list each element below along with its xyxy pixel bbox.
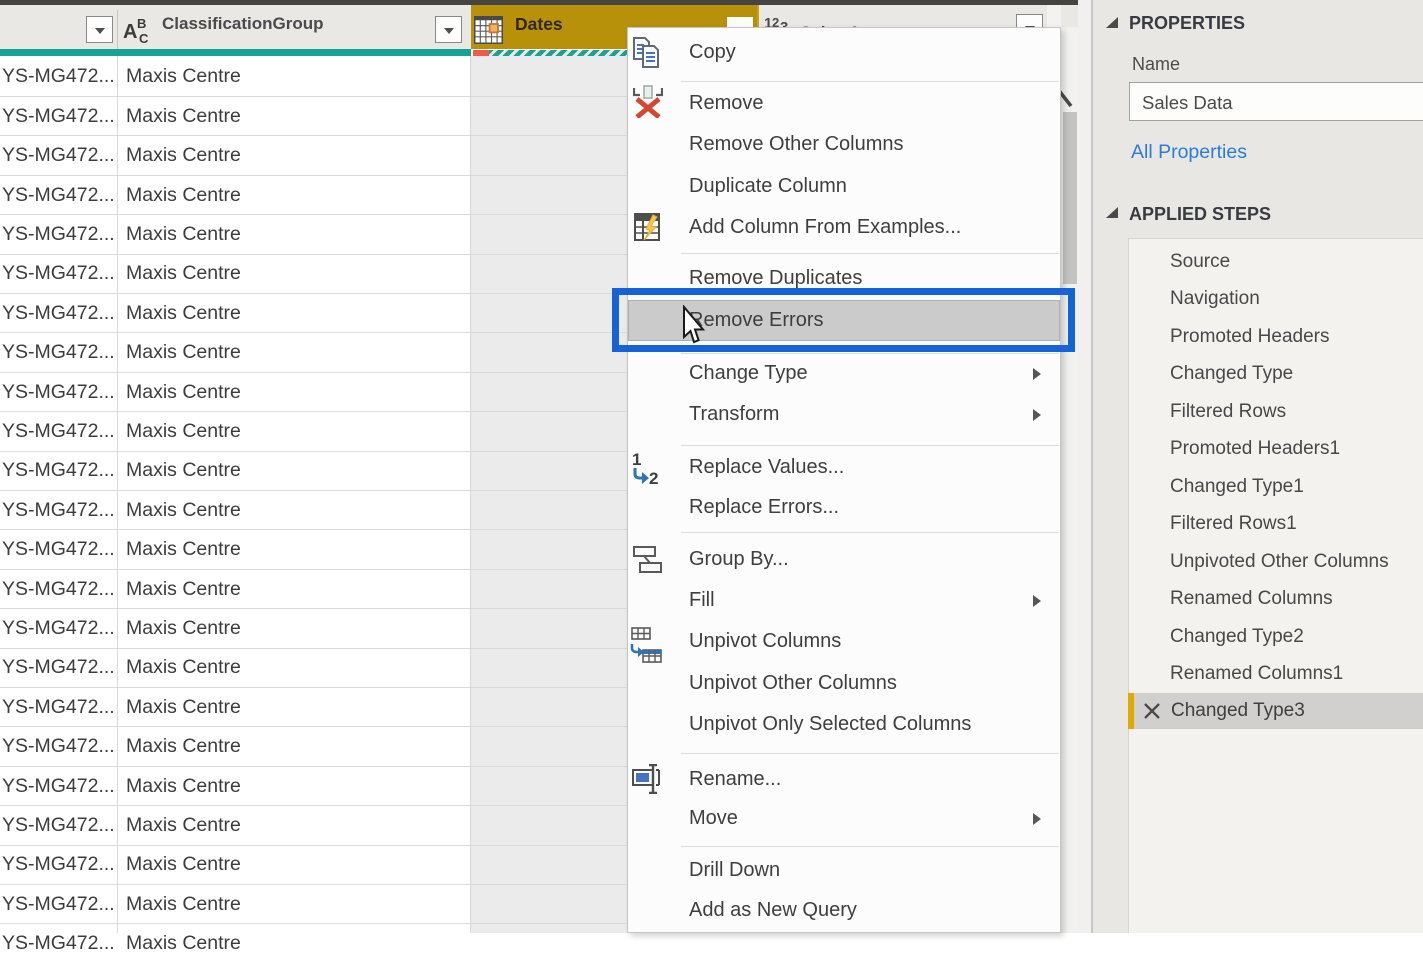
svg-text:A: A — [123, 21, 137, 43]
svg-text:B: B — [137, 16, 146, 31]
svg-text:2: 2 — [649, 469, 658, 486]
svg-text:1: 1 — [632, 450, 641, 469]
svg-text:C: C — [139, 31, 149, 44]
